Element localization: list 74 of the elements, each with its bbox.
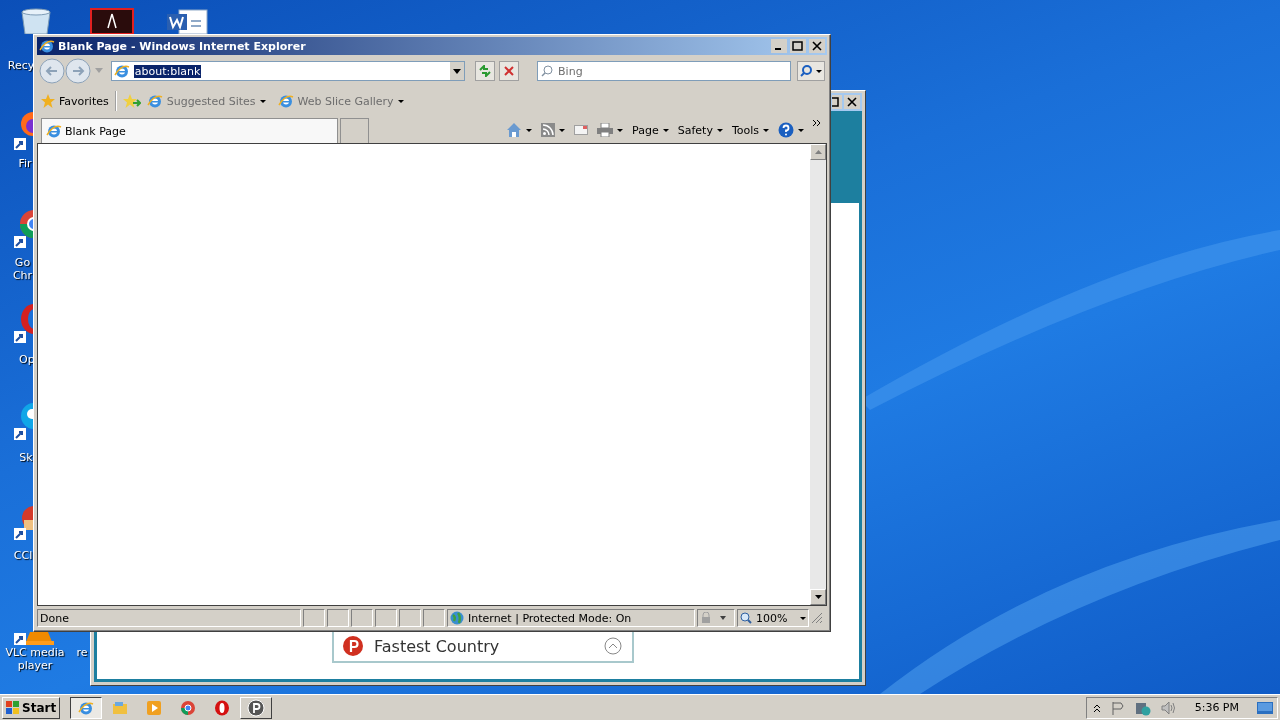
ie-logo-icon <box>39 38 55 54</box>
desktop-icon-label[interactable]: Recy <box>7 59 35 72</box>
globe-icon <box>450 611 464 625</box>
search-icon <box>800 65 813 77</box>
folder-icon <box>112 699 129 716</box>
address-field[interactable]: about:blank <box>110 61 466 81</box>
maximize-icon[interactable] <box>790 39 806 53</box>
zoom-icon <box>740 612 752 624</box>
speaker-icon[interactable] <box>1160 700 1177 715</box>
flag-icon[interactable] <box>1110 700 1125 715</box>
pdf-document-icon[interactable] <box>90 8 134 34</box>
media-player-icon <box>146 699 163 716</box>
scroll-down-icon[interactable] <box>814 595 822 599</box>
window-title: Blank Page - Windows Internet Explorer <box>58 39 307 53</box>
taskbar-app-button[interactable] <box>70 696 103 719</box>
desktop-icon-label[interactable]: Go Chr <box>12 256 33 282</box>
menu-button[interactable]: Page <box>632 123 669 137</box>
page-icon <box>113 63 130 79</box>
search-field[interactable]: Bing <box>537 61 792 81</box>
psiphon-icon <box>247 698 266 717</box>
clock[interactable]: 5:36 PM <box>1194 701 1239 714</box>
page-icon <box>277 93 294 109</box>
browser-tab[interactable]: Blank Page <box>41 118 338 143</box>
star-icon <box>41 94 55 108</box>
zoom-control[interactable]: 100% <box>737 609 809 627</box>
desktop-icon-label[interactable]: VLC media player <box>4 646 66 672</box>
ie-logo-icon <box>46 123 62 139</box>
protected-mode-icon[interactable] <box>700 612 726 624</box>
feed-icon[interactable] <box>541 123 556 137</box>
resize-grip-icon[interactable] <box>811 612 823 624</box>
show-desktop-icon[interactable] <box>1257 701 1273 714</box>
desktop-icon-label[interactable]: CCl <box>13 549 33 562</box>
status-pane <box>303 609 325 627</box>
psiphon-logo-icon <box>342 635 364 657</box>
home-icon[interactable] <box>506 122 523 138</box>
word-document-icon[interactable] <box>165 8 209 34</box>
start-button[interactable]: Start <box>2 696 61 719</box>
recycle-bin-icon[interactable] <box>18 8 54 34</box>
windows-logo-icon <box>6 700 20 715</box>
menu-button[interactable]: Tools <box>731 123 769 137</box>
stop-button[interactable] <box>499 61 520 81</box>
favorites-link[interactable]: Suggested Sites <box>146 93 266 109</box>
search-button[interactable] <box>797 61 825 81</box>
help-icon[interactable] <box>778 122 794 138</box>
close-icon <box>504 66 515 76</box>
opera-icon <box>214 699 231 716</box>
chevron-up-icon[interactable] <box>1092 702 1101 713</box>
refresh-icon <box>479 65 492 77</box>
chevron-up-icon <box>604 637 622 655</box>
close-icon[interactable] <box>809 39 825 53</box>
status-text: Done <box>37 609 301 627</box>
page-icon <box>146 93 163 109</box>
security-zone: Internet | Protected Mode: On <box>447 609 695 627</box>
favorites-link[interactable]: Web Slice Gallery <box>277 93 404 109</box>
scrollbar[interactable] <box>810 144 826 605</box>
printer-icon[interactable] <box>597 123 614 137</box>
favorites-button[interactable]: Favorites <box>41 94 109 108</box>
status-pane <box>375 609 397 627</box>
scroll-up-icon[interactable] <box>814 150 822 154</box>
vlc-shortcut-icon[interactable] <box>12 632 56 646</box>
desktop-icon-label[interactable]: Fir <box>17 157 33 170</box>
status-pane <box>399 609 421 627</box>
close-icon[interactable] <box>844 95 860 109</box>
desktop-icon-label[interactable]: re <box>74 646 90 659</box>
minimize-icon[interactable] <box>771 39 787 53</box>
status-pane <box>327 609 349 627</box>
status-pane <box>351 609 373 627</box>
status-pane <box>423 609 445 627</box>
mail-icon[interactable] <box>574 125 589 135</box>
chrome-icon <box>180 699 197 716</box>
chevron-right-icon[interactable] <box>813 119 821 127</box>
menu-button[interactable]: Safety <box>677 123 723 137</box>
refresh-button[interactable] <box>475 61 496 81</box>
desktop-icon-label[interactable]: Sk <box>19 451 33 464</box>
